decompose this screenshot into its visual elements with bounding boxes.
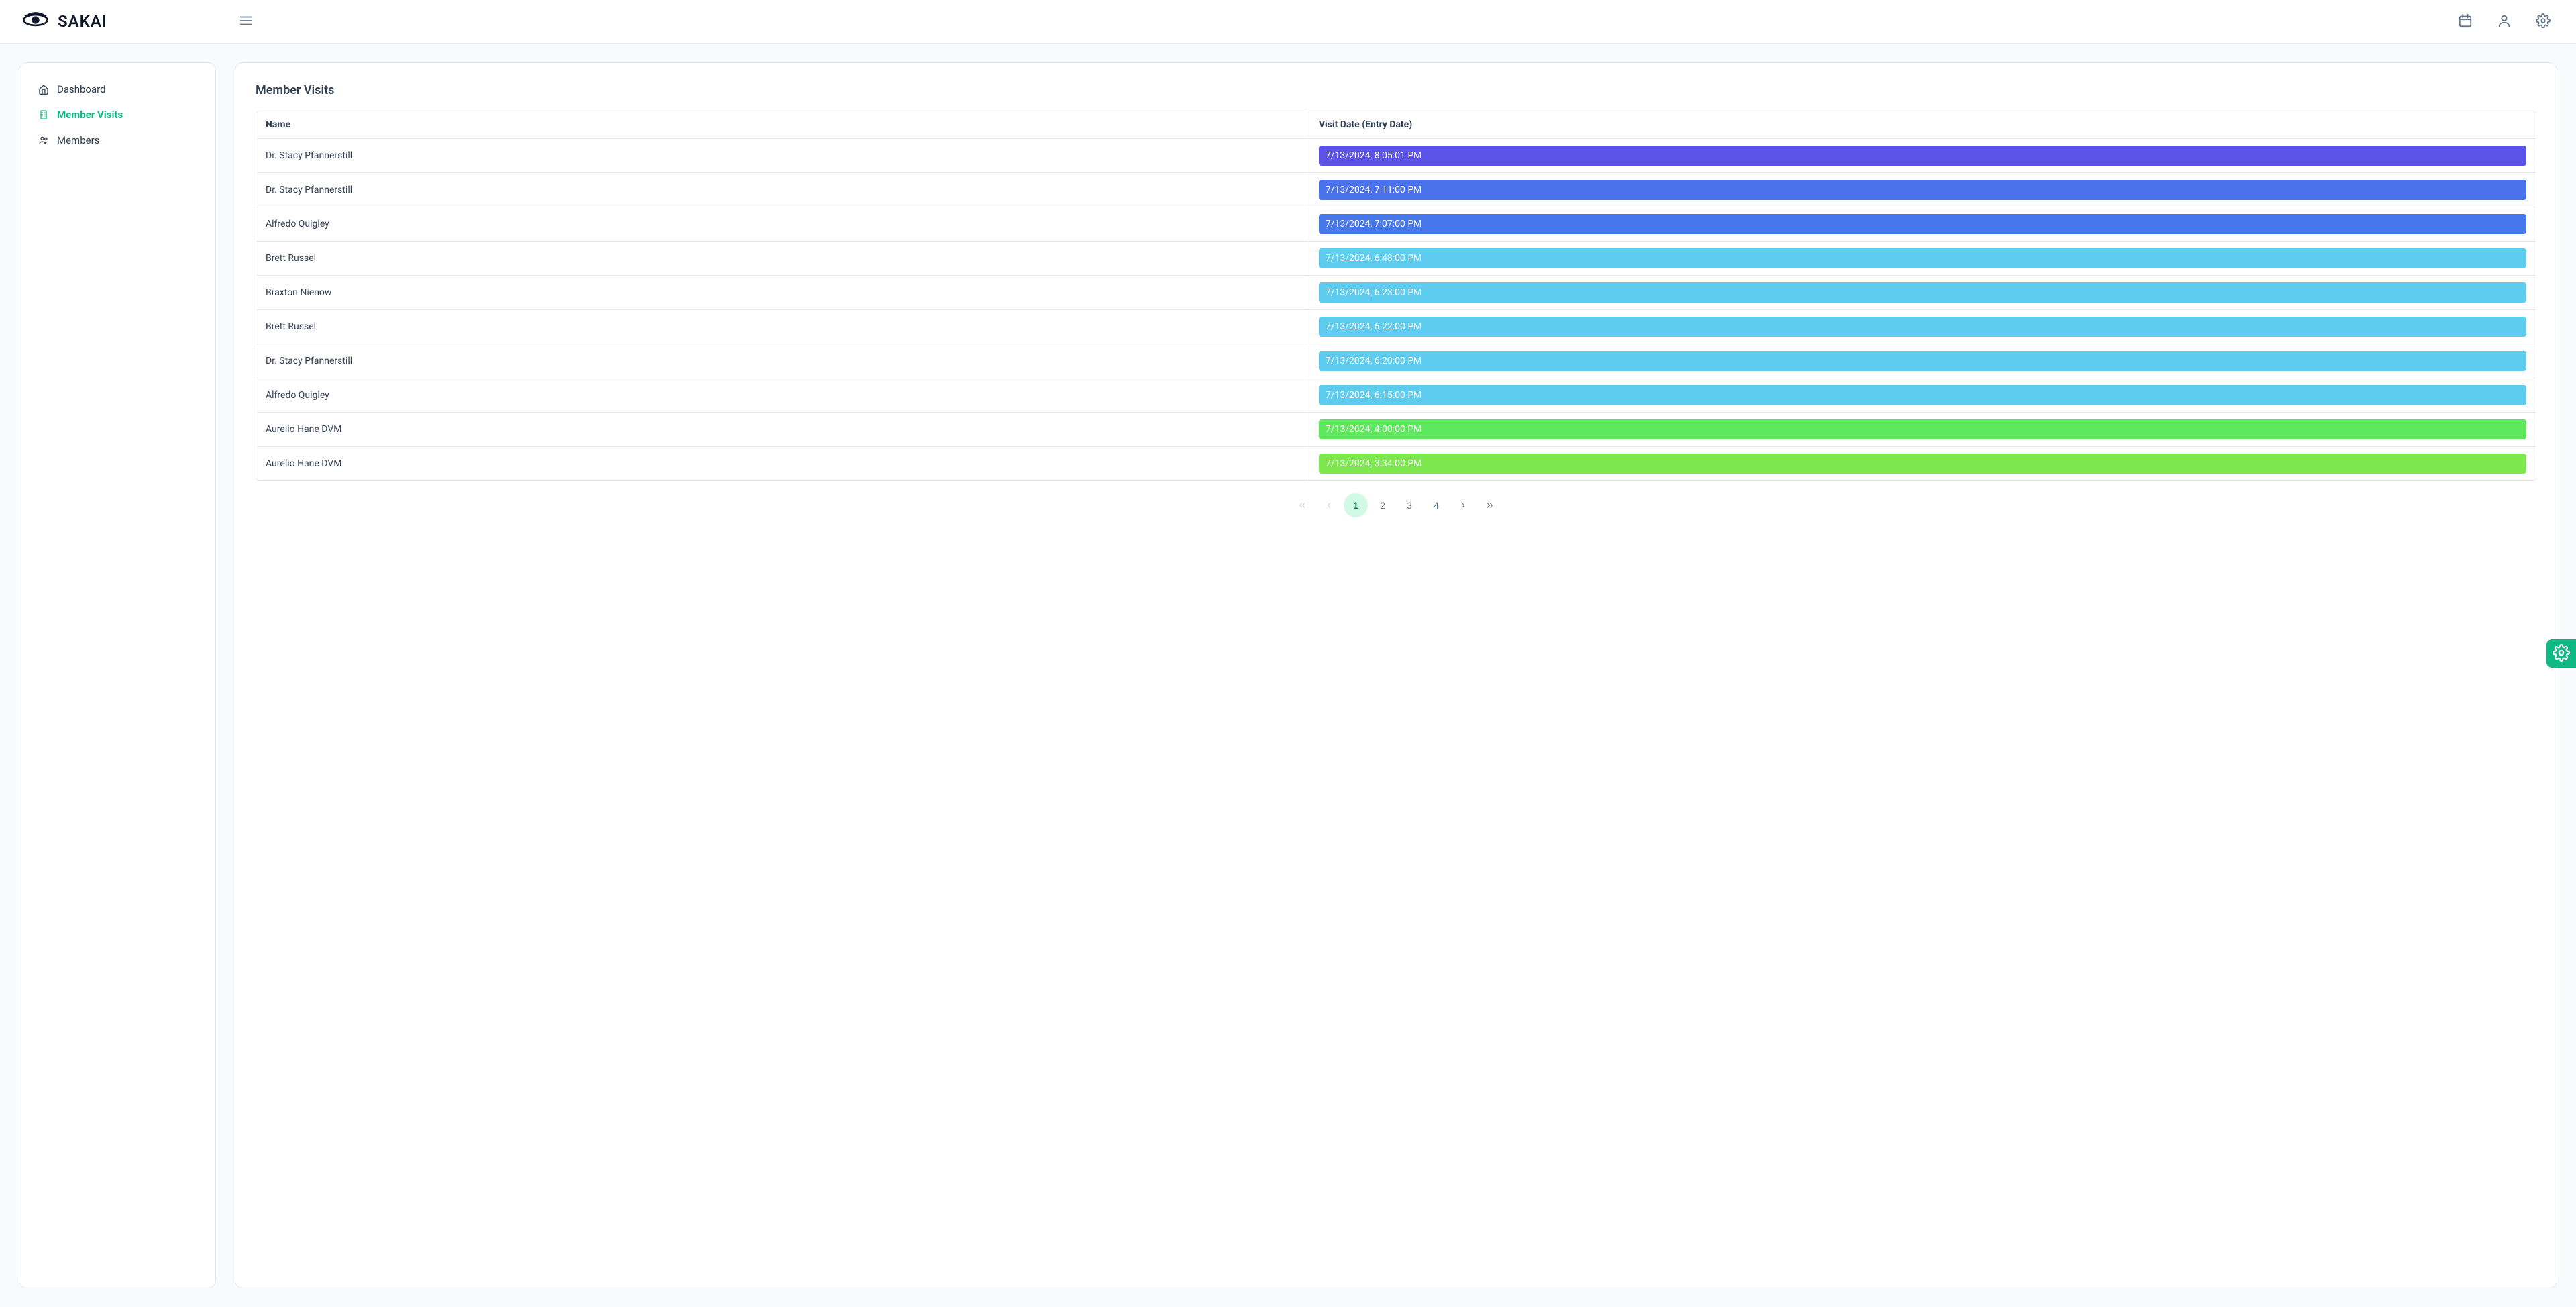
bars-icon (239, 20, 254, 30)
sidebar-item-label: Dashboard (57, 83, 106, 95)
cell-name: Brett Russel (256, 242, 1309, 275)
date-badge: 7/13/2024, 8:05:01 PM (1319, 146, 2526, 166)
calendar-button[interactable] (2454, 9, 2477, 34)
sidebar-item-label: Members (57, 134, 99, 146)
table-row[interactable]: Dr. Stacy Pfannerstill 7/13/2024, 7:11:00… (256, 173, 2536, 207)
user-icon (2497, 13, 2512, 30)
date-badge: 7/13/2024, 6:15:00 PM (1319, 385, 2526, 405)
sidebar-item-members[interactable]: Members (25, 127, 210, 153)
column-header-name[interactable]: Name (256, 111, 1309, 138)
table-row[interactable]: Dr. Stacy Pfannerstill 7/13/2024, 6:20:00… (256, 344, 2536, 378)
cell-visit-date: 7/13/2024, 6:23:00 PM (1309, 276, 2536, 309)
sidebar-item-dashboard[interactable]: Dashboard (25, 76, 210, 102)
gear-icon (2553, 644, 2570, 664)
date-badge: 7/13/2024, 6:20:00 PM (1319, 351, 2526, 371)
member-visits-table: Name Visit Date (Entry Date) Dr. Stacy P… (256, 111, 2536, 481)
cell-visit-date: 7/13/2024, 6:20:00 PM (1309, 344, 2536, 378)
brand-area[interactable]: SAKAI (21, 8, 236, 35)
table-row[interactable]: Alfredo Quigley 7/13/2024, 7:07:00 PM (256, 207, 2536, 242)
table-row[interactable]: Aurelio Hane DVM 7/13/2024, 4:00:00 PM (256, 413, 2536, 447)
cell-name: Dr. Stacy Pfannerstill (256, 344, 1309, 378)
gear-icon (2536, 13, 2551, 30)
date-badge: 7/13/2024, 6:23:00 PM (1319, 282, 2526, 303)
cell-name: Braxton Nienow (256, 276, 1309, 309)
profile-button[interactable] (2493, 9, 2516, 34)
brand-logo-icon (21, 8, 50, 35)
page-prev (1317, 493, 1341, 517)
cell-visit-date: 7/13/2024, 4:00:00 PM (1309, 413, 2536, 446)
sidebar: Dashboard Member Visits Members (19, 62, 216, 1288)
date-badge: 7/13/2024, 4:00:00 PM (1319, 419, 2526, 439)
page-last[interactable] (1478, 493, 1502, 517)
page-first-icon (1297, 501, 1307, 510)
page-1[interactable]: 1 (1344, 493, 1368, 517)
page-next[interactable] (1451, 493, 1475, 517)
date-badge: 7/13/2024, 7:11:00 PM (1319, 180, 2526, 200)
layout-config-button[interactable] (2546, 639, 2576, 668)
date-badge: 7/13/2024, 6:48:00 PM (1319, 248, 2526, 268)
page-2[interactable]: 2 (1371, 493, 1395, 517)
cell-name: Alfredo Quigley (256, 207, 1309, 241)
page-3[interactable]: 3 (1397, 493, 1421, 517)
page-prev-icon (1324, 501, 1334, 510)
date-badge: 7/13/2024, 7:07:00 PM (1319, 214, 2526, 234)
sidebar-item-member-visits[interactable]: Member Visits (25, 102, 210, 127)
sidebar-item-label: Member Visits (57, 109, 123, 121)
cell-name: Aurelio Hane DVM (256, 413, 1309, 446)
cell-name: Aurelio Hane DVM (256, 447, 1309, 480)
cell-visit-date: 7/13/2024, 6:48:00 PM (1309, 242, 2536, 275)
brand-text: SAKAI (58, 12, 107, 31)
table-row[interactable]: Aurelio Hane DVM 7/13/2024, 3:34:00 PM (256, 447, 2536, 480)
cell-name: Dr. Stacy Pfannerstill (256, 173, 1309, 207)
table-row[interactable]: Brett Russel 7/13/2024, 6:48:00 PM (256, 242, 2536, 276)
page-last-icon (1485, 501, 1495, 510)
page-4[interactable]: 4 (1424, 493, 1448, 517)
cell-visit-date: 7/13/2024, 8:05:01 PM (1309, 139, 2536, 172)
building-icon (38, 109, 49, 120)
cell-visit-date: 7/13/2024, 6:22:00 PM (1309, 310, 2536, 344)
table-row[interactable]: Dr. Stacy Pfannerstill 7/13/2024, 8:05:01… (256, 139, 2536, 173)
date-badge: 7/13/2024, 6:22:00 PM (1319, 317, 2526, 337)
cell-visit-date: 7/13/2024, 3:34:00 PM (1309, 447, 2536, 480)
table-header: Name Visit Date (Entry Date) (256, 111, 2536, 139)
main-content: Member Visits Name Visit Date (Entry Dat… (235, 62, 2557, 1288)
settings-button[interactable] (2532, 9, 2555, 34)
table-row[interactable]: Alfredo Quigley 7/13/2024, 6:15:00 PM (256, 378, 2536, 413)
table-row[interactable]: Brett Russel 7/13/2024, 6:22:00 PM (256, 310, 2536, 344)
calendar-icon (2458, 13, 2473, 30)
cell-visit-date: 7/13/2024, 6:15:00 PM (1309, 378, 2536, 412)
table-row[interactable]: Braxton Nienow 7/13/2024, 6:23:00 PM (256, 276, 2536, 310)
cell-visit-date: 7/13/2024, 7:07:00 PM (1309, 207, 2536, 241)
topbar: SAKAI (0, 0, 2576, 44)
page-next-icon (1458, 501, 1468, 510)
cell-name: Brett Russel (256, 310, 1309, 344)
cell-name: Alfredo Quigley (256, 378, 1309, 412)
users-icon (38, 135, 49, 146)
page-first (1290, 493, 1314, 517)
cell-visit-date: 7/13/2024, 7:11:00 PM (1309, 173, 2536, 207)
menu-toggle-button[interactable] (236, 11, 256, 33)
column-header-visit-date[interactable]: Visit Date (Entry Date) (1309, 111, 2536, 138)
cell-name: Dr. Stacy Pfannerstill (256, 139, 1309, 172)
paginator: 1234 (256, 493, 2536, 517)
date-badge: 7/13/2024, 3:34:00 PM (1319, 454, 2526, 474)
page-title: Member Visits (256, 83, 2536, 97)
home-icon (38, 84, 49, 95)
